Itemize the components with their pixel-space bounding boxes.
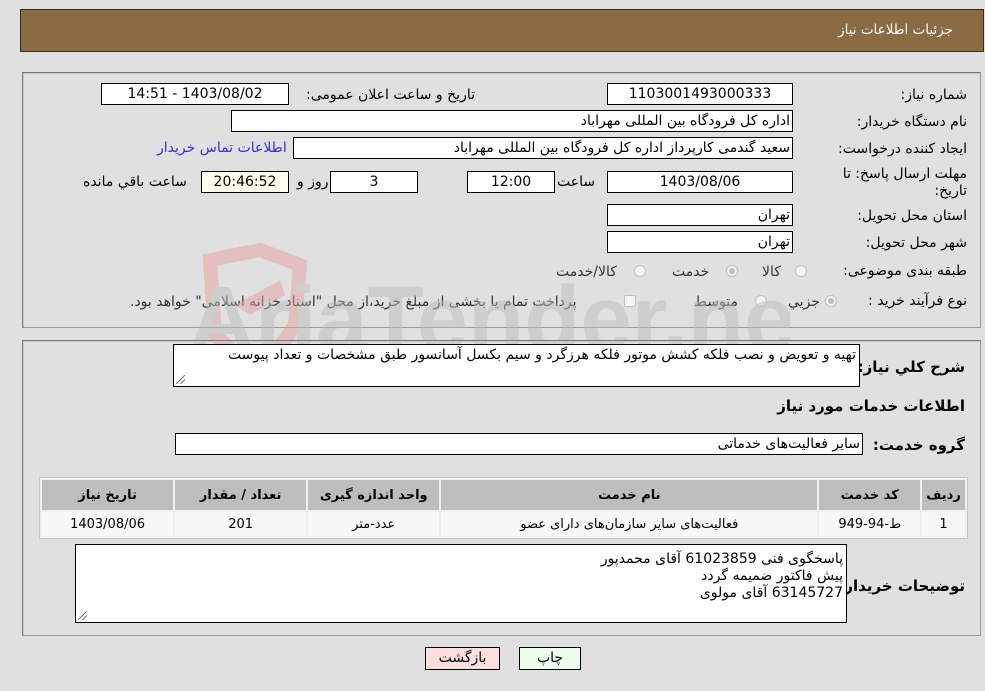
- category-radio-goods-service[interactable]: [634, 265, 646, 277]
- service-group-label: گروه خدمت:: [872, 436, 965, 454]
- buyer-contact-link[interactable]: اطلاعات تماس خریدار: [157, 140, 287, 156]
- service-group-field: سایر فعالیت‌های خدماتی: [175, 433, 863, 455]
- col-header-need-date: تاریخ نیاز: [42, 480, 174, 510]
- buyer-notes-label: توضیحات خریدار:: [838, 577, 965, 595]
- buyer-org-label: نام دستگاه خریدار:: [856, 114, 967, 130]
- buyer-note-line: پیش فاکتور ضمیمه گردد: [701, 568, 843, 584]
- cell-need-date: 1403/08/06: [42, 512, 174, 536]
- resize-grip-icon[interactable]: [176, 375, 185, 384]
- remaining-time-field: 20:46:52: [201, 171, 289, 193]
- buyer-org-field: اداره کل فرودگاه بین المللی مهراباد: [231, 110, 793, 132]
- category-radio-goods[interactable]: [795, 265, 807, 277]
- category-option-goods-service: کالا/خدمت: [556, 264, 617, 280]
- table-header-row: ردیف کد خدمت نام خدمت واحد اندازه گیری ت…: [42, 480, 965, 510]
- announce-datetime-label: تاریخ و ساعت اعلان عمومی:: [306, 87, 475, 103]
- col-header-unit: واحد اندازه گیری: [308, 480, 440, 510]
- back-button[interactable]: بازگشت: [425, 647, 500, 670]
- description-text: تهیه و تعویض و نصب فلکه کشش موتور فلکه ه…: [227, 347, 856, 363]
- deadline-date-field: 1403/08/06: [607, 171, 793, 193]
- deadline-time-field: 12:00: [467, 171, 555, 193]
- purchase-type-radio-medium[interactable]: [755, 295, 767, 307]
- requester-field: سعید گندمی کارپرداز اداره کل فرودگاه بین…: [293, 137, 793, 159]
- delivery-city-field: تهران: [607, 231, 793, 253]
- category-radio-service[interactable]: [726, 265, 738, 277]
- delivery-province-label: استان محل تحویل:: [857, 208, 967, 224]
- services-section-title: اطلاعات خدمات مورد نیاز: [777, 397, 965, 415]
- days-label: روز و: [297, 174, 329, 190]
- col-header-row-num: ردیف: [922, 480, 965, 510]
- treasury-checkbox[interactable]: [624, 295, 636, 307]
- treasury-checkbox-label: پرداخت تمام یا بخشی از مبلغ خرید،از محل …: [130, 294, 577, 310]
- purchase-type-option-medium: متوسط: [694, 294, 738, 310]
- buyer-note-line: 63145727 آقای مولوی: [699, 585, 843, 601]
- deadline-label: مهلت ارسال پاسخ: تا: [842, 166, 967, 182]
- page-header: جزئیات اطلاعات نیاز: [20, 9, 984, 52]
- delivery-city-label: شهر محل تحویل:: [865, 235, 967, 251]
- category-label: طبقه بندی موضوعی:: [843, 263, 967, 279]
- remaining-time-label: ساعت باقي مانده: [83, 174, 187, 190]
- purchase-type-radio-minor[interactable]: [825, 295, 837, 307]
- description-textarea[interactable]: تهیه و تعویض و نصب فلکه کشش موتور فلکه ه…: [173, 344, 860, 387]
- col-header-service-name: نام خدمت: [441, 480, 818, 510]
- buyer-note-line: پاسخگوی فنی 61023859 آقای محمدپور: [600, 551, 843, 567]
- category-option-goods: کالا: [762, 264, 781, 280]
- need-number-field: 1103001493000333: [607, 83, 793, 105]
- cell-unit: عدد-متر: [308, 512, 440, 536]
- description-label: شرح کلي نياز:: [857, 358, 965, 376]
- category-option-service: خدمت: [672, 264, 710, 280]
- cell-service-code: ط-94-949: [819, 512, 921, 536]
- cell-service-name: فعالیت‌های سایر سازمان‌های دارای عضو: [441, 512, 818, 536]
- purchase-type-label: نوع فرآیند خرید :: [868, 293, 967, 309]
- col-header-quantity: تعداد / مقدار: [175, 480, 307, 510]
- delivery-province-field: تهران: [607, 204, 793, 226]
- resize-grip-icon[interactable]: [78, 611, 87, 620]
- col-header-service-code: کد خدمت: [819, 480, 921, 510]
- buyer-notes-textarea[interactable]: پاسخگوی فنی 61023859 آقای محمدپور پیش فا…: [75, 544, 847, 623]
- need-number-label: شماره نیاز:: [900, 87, 968, 103]
- purchase-type-option-minor: جزيي: [788, 294, 820, 310]
- cell-quantity: 201: [175, 512, 307, 536]
- deadline-time-label: ساعت: [557, 174, 596, 190]
- cell-row-num: 1: [922, 512, 965, 536]
- requester-label: ایجاد کننده درخواست:: [838, 141, 967, 157]
- deadline-label-date: تاریخ:: [934, 183, 967, 199]
- page-title: جزئیات اطلاعات نیاز: [838, 22, 953, 38]
- print-button[interactable]: چاپ: [519, 647, 581, 670]
- services-table: ردیف کد خدمت نام خدمت واحد اندازه گیری ت…: [39, 477, 968, 539]
- table-row: 1 ط-94-949 فعالیت‌های سایر سازمان‌های دا…: [42, 512, 965, 536]
- remaining-days-field: 3: [330, 171, 418, 193]
- announce-datetime-field: 1403/08/02 - 14:51: [101, 83, 289, 105]
